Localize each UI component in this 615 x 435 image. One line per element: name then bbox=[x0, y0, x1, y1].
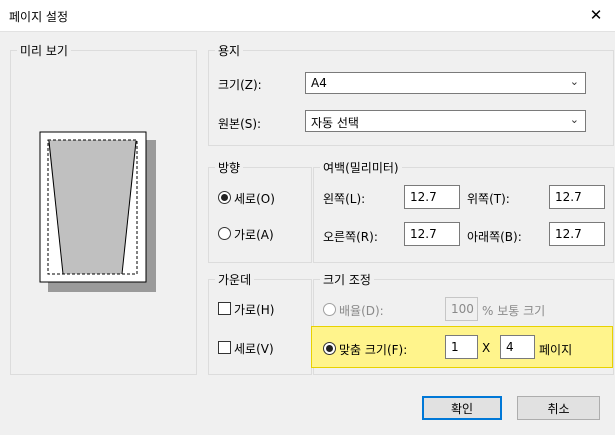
fit-label[interactable]: 맞춤 크기(F): bbox=[339, 341, 407, 358]
center-horizontal-label[interactable]: 가로(H) bbox=[234, 301, 274, 318]
margin-right-input[interactable]: 12.7 bbox=[404, 222, 460, 246]
margin-top-value: 12.7 bbox=[555, 190, 582, 204]
margin-left-input[interactable]: 12.7 bbox=[404, 185, 460, 209]
chevron-down-icon: ⌄ bbox=[569, 75, 579, 88]
orientation-legend: 방향 bbox=[215, 159, 244, 176]
preview-legend: 미리 보기 bbox=[17, 42, 71, 59]
adjust-radio[interactable] bbox=[323, 303, 336, 316]
orientation-group: 방향 bbox=[208, 159, 312, 263]
landscape-label[interactable]: 가로(A) bbox=[234, 226, 274, 243]
center-vertical-label[interactable]: 세로(V) bbox=[234, 340, 274, 357]
margins-group: 여백(밀리미터) bbox=[313, 159, 614, 263]
margin-right-label: 오른쪽(R): bbox=[323, 230, 378, 244]
margins-legend: 여백(밀리미터) bbox=[320, 159, 402, 176]
margin-bottom-input[interactable]: 12.7 bbox=[549, 222, 605, 246]
fit-wide-input[interactable]: 1 bbox=[445, 335, 478, 359]
adjust-value: 100 bbox=[451, 302, 474, 316]
page-preview-graphic bbox=[39, 131, 156, 292]
landscape-radio[interactable] bbox=[218, 227, 231, 240]
scaling-legend: 크기 조정 bbox=[320, 271, 374, 288]
close-icon: ✕ bbox=[589, 6, 603, 24]
fit-radio[interactable] bbox=[323, 342, 336, 355]
fit-wide-value: 1 bbox=[451, 340, 459, 354]
margin-bottom-label: 아래쪽(B): bbox=[467, 230, 522, 244]
center-vertical-checkbox[interactable] bbox=[218, 341, 231, 354]
chevron-down-icon: ⌄ bbox=[569, 113, 579, 126]
title-bar: 페이지 설정 ✕ bbox=[0, 0, 615, 32]
fit-tall-value: 4 bbox=[506, 340, 514, 354]
margin-right-value: 12.7 bbox=[410, 227, 437, 241]
paper-size-label: 크기(Z): bbox=[218, 78, 262, 92]
fit-suffix: 페이지 bbox=[539, 343, 573, 357]
adjust-suffix: % 보통 크기 bbox=[482, 304, 546, 318]
paper-size-select[interactable]: A4 ⌄ bbox=[305, 72, 586, 94]
paper-source-value: 자동 선택 bbox=[311, 116, 359, 130]
paper-size-value: A4 bbox=[311, 76, 327, 90]
margin-left-label: 왼쪽(L): bbox=[323, 192, 366, 206]
margin-top-label: 위쪽(T): bbox=[467, 192, 510, 206]
margin-left-value: 12.7 bbox=[410, 190, 437, 204]
window-title: 페이지 설정 bbox=[9, 10, 69, 24]
fit-tall-input[interactable]: 4 bbox=[500, 335, 535, 359]
page-preview bbox=[39, 131, 159, 293]
adjust-input[interactable]: 100 bbox=[445, 297, 478, 321]
paper-source-label: 원본(S): bbox=[218, 117, 262, 131]
center-horizontal-checkbox[interactable] bbox=[218, 302, 231, 315]
portrait-label[interactable]: 세로(O) bbox=[234, 190, 275, 207]
paper-source-select[interactable]: 자동 선택 ⌄ bbox=[305, 110, 586, 132]
center-group: 가운데 bbox=[208, 271, 312, 375]
margin-top-input[interactable]: 12.7 bbox=[549, 185, 605, 209]
paper-legend: 용지 bbox=[215, 42, 244, 59]
portrait-radio[interactable] bbox=[218, 191, 231, 204]
adjust-label[interactable]: 배율(D): bbox=[339, 302, 384, 319]
cancel-button[interactable]: 취소 bbox=[517, 396, 600, 420]
close-button[interactable]: ✕ bbox=[581, 2, 611, 28]
margin-bottom-value: 12.7 bbox=[555, 227, 582, 241]
fit-x-label: X bbox=[482, 341, 491, 355]
center-legend: 가운데 bbox=[215, 271, 255, 288]
ok-button[interactable]: 확인 bbox=[422, 396, 502, 420]
